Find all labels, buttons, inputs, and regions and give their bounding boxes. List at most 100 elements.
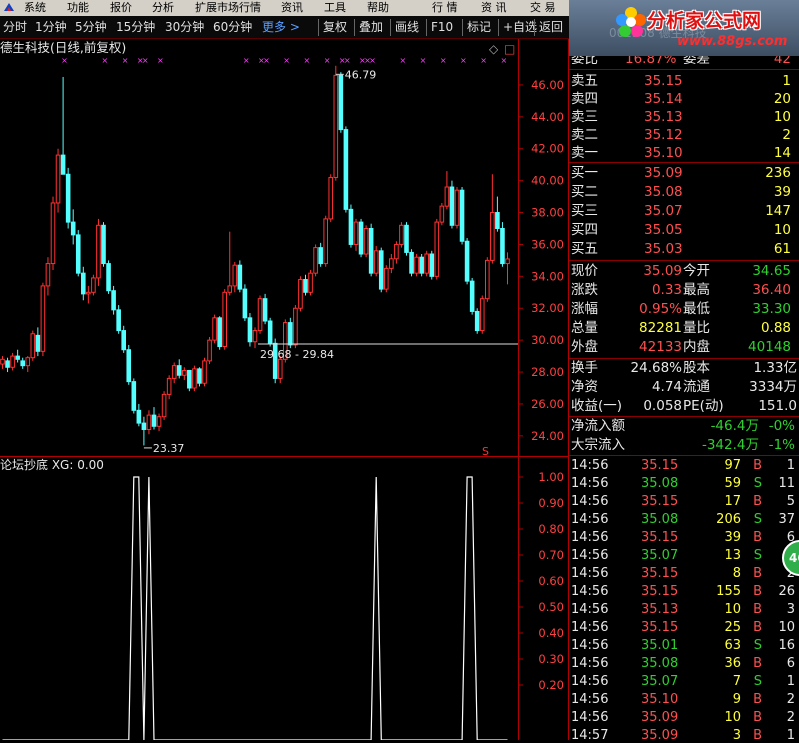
level-label: 卖一 — [571, 145, 598, 161]
square-marker-icon[interactable]: □ — [504, 42, 515, 56]
menu-item-extended-market[interactable]: 扩展市场行情 — [195, 0, 261, 16]
f10-button[interactable]: F10 — [426, 19, 453, 36]
tick-count: 37 — [778, 512, 795, 527]
candle — [434, 218, 440, 280]
tick-count: 6 — [786, 656, 795, 671]
candle — [439, 202, 445, 226]
menu-item-news[interactable]: 资讯 — [281, 0, 303, 16]
level-label: 买三 — [571, 203, 598, 219]
tick-row: 14:56 35.07 7 S 1 — [569, 673, 799, 691]
flow-pct: -0% — [768, 418, 795, 434]
chart-title: 德生科技(日线,前复权) — [0, 40, 126, 55]
candle — [399, 222, 404, 248]
candle — [444, 171, 450, 210]
candle — [348, 204, 354, 248]
candle — [384, 265, 389, 293]
app-logo-icon[interactable] — [2, 0, 16, 16]
add-watchlist-button[interactable]: +自选 — [498, 19, 537, 36]
menu-item-analysis[interactable]: 分析 — [152, 0, 174, 16]
diamond-marker-icon[interactable]: ◇ — [489, 42, 499, 56]
menu-item-help[interactable]: 帮助 — [367, 0, 389, 16]
tick-time: 14:56 — [571, 656, 609, 671]
signal-mark: × — [359, 56, 366, 65]
candle — [40, 282, 46, 357]
tick-time: 14:56 — [571, 566, 609, 581]
period-tab-1min[interactable]: 1分钟 — [35, 19, 67, 36]
tick-row: 14:56 35.15 25 B 10 — [569, 619, 799, 637]
candle — [505, 252, 510, 285]
signal-mark: × — [460, 56, 467, 65]
period-tab-30min[interactable]: 30分钟 — [165, 19, 204, 36]
candle — [298, 276, 303, 312]
candle — [126, 344, 132, 385]
tick-price: 35.10 — [641, 692, 679, 707]
signal-mark-row: × × × × × × × × × × × ×× ×× × × × × ××× × — [61, 56, 507, 65]
draw-line-button[interactable]: 画线 — [390, 19, 419, 36]
tick-time: 14:56 — [571, 458, 609, 473]
period-more-button[interactable]: 更多 > — [262, 19, 300, 36]
tick-row: 14:5635.0713S1 — [569, 547, 799, 565]
tick-volume: 10 — [724, 710, 741, 725]
tick-side: S — [753, 512, 762, 527]
candle — [459, 187, 465, 245]
kline-chart-panel[interactable]: 德生科技(日线,前复权) ◇ □ 46.00 44.00 42.00 40.00 38.… — [0, 39, 569, 741]
level-price: 35.03 — [644, 241, 683, 257]
sell-level: 卖一 35.10 14 — [569, 144, 799, 163]
candle — [500, 222, 505, 267]
indicator-tick-label: 0.50 — [538, 600, 564, 614]
candle — [323, 215, 328, 267]
candle — [156, 413, 162, 432]
candle — [176, 359, 182, 379]
level-label: 买一 — [571, 165, 598, 181]
period-tab-timeshare[interactable]: 分时 — [3, 19, 27, 36]
menu-item-info[interactable]: 资 讯 — [481, 0, 507, 16]
period-tab-5min[interactable]: 5分钟 — [75, 19, 107, 36]
tick-count: 16 — [778, 638, 795, 653]
level-price: 35.13 — [644, 109, 683, 125]
menu-item-system[interactable]: 系统 — [24, 0, 46, 16]
period-toolbar: 分时 1分钟 5分钟 15分钟 30分钟 60分钟 更多 > 复权 叠加 画线 … — [0, 16, 569, 39]
candle — [141, 416, 147, 446]
candle — [5, 357, 10, 373]
candle — [338, 72, 344, 133]
candle — [116, 305, 121, 334]
signal-mark: × — [420, 56, 427, 65]
sell-level: 卖四 35.14 20 — [569, 90, 799, 109]
indicator-tick-label: 0.30 — [538, 652, 564, 666]
flow-amount: -342.4万 — [701, 437, 759, 453]
tick-volume: 13 — [724, 548, 741, 563]
period-tab-60min[interactable]: 60分钟 — [213, 19, 252, 36]
fin-value: 3334万 — [749, 379, 797, 395]
candle — [45, 257, 51, 296]
level-price: 35.10 — [644, 145, 683, 161]
tick-side: B — [753, 692, 762, 707]
fin-value: 24.68% — [630, 360, 682, 376]
mark-button[interactable]: 标记 — [462, 19, 491, 36]
menu-item-tools[interactable]: 工具 — [324, 0, 346, 16]
menu-item-function[interactable]: 功能 — [67, 0, 89, 16]
tick-time: 14:56 — [571, 620, 609, 635]
menu-item-market[interactable]: 行 情 — [432, 0, 458, 16]
level-price: 35.05 — [644, 222, 683, 238]
candle — [313, 244, 318, 277]
signal-mark: × — [122, 56, 129, 65]
tick-volume: 63 — [724, 638, 741, 653]
sell-level: 卖五 35.15 1 — [569, 72, 799, 91]
candle — [333, 65, 339, 181]
restore-rights-button[interactable]: 复权 — [318, 19, 347, 36]
level-price: 35.15 — [644, 73, 683, 89]
tick-time: 14:56 — [571, 602, 609, 617]
tick-side: B — [753, 602, 762, 617]
fin-row: 收益(一) 0.058 PE(动) 151.0 — [569, 397, 799, 416]
menu-item-quote[interactable]: 报价 — [110, 0, 132, 16]
menu-item-trade[interactable]: 交 易 — [530, 0, 556, 16]
level-price: 35.08 — [644, 184, 683, 200]
level-volume: 20 — [773, 91, 791, 107]
tick-side: B — [753, 566, 762, 581]
signal-mark: × — [440, 56, 447, 65]
low-price-label: 23.37 — [153, 442, 185, 455]
period-tab-15min[interactable]: 15分钟 — [116, 19, 155, 36]
sell-level: 卖三 35.13 10 — [569, 108, 799, 127]
back-button[interactable]: 返回 — [534, 19, 563, 36]
overlay-button[interactable]: 叠加 — [354, 19, 383, 36]
